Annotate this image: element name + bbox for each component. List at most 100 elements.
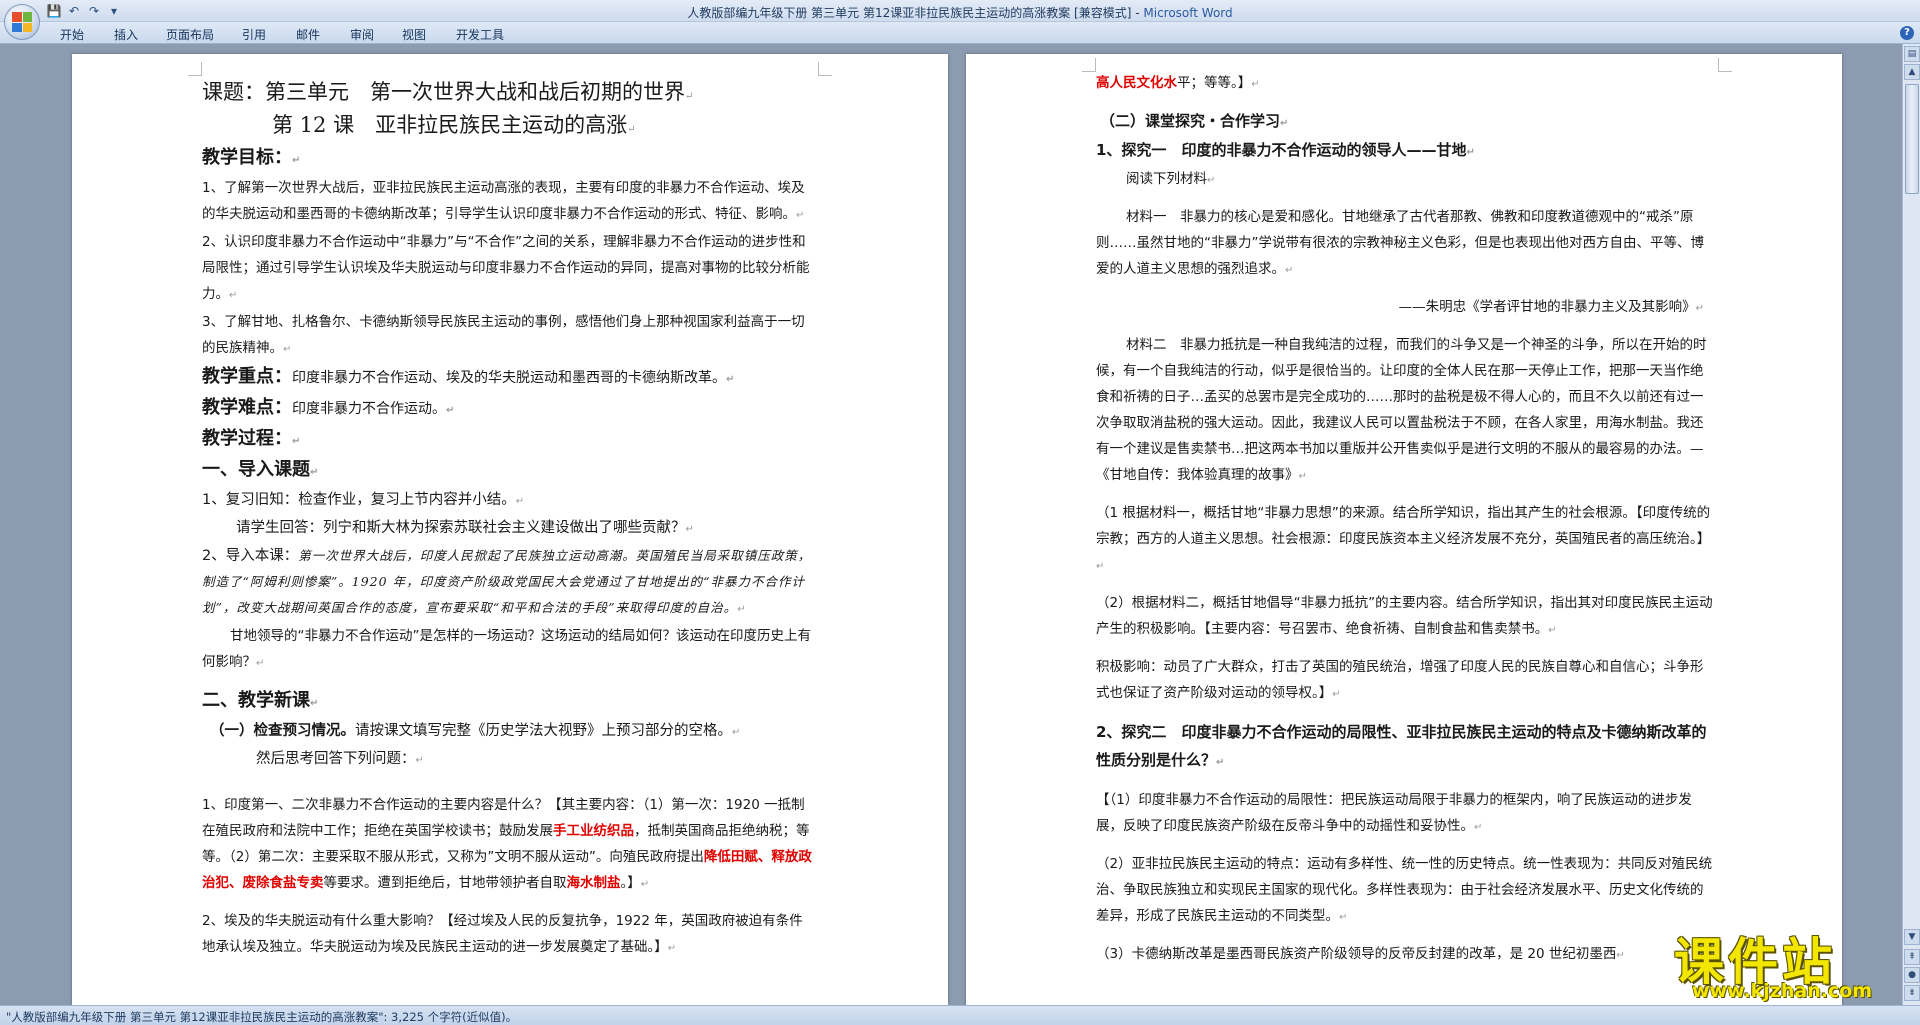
question-2: 2、埃及的华夫脱运动有什么重大影响？【经过埃及人民的反复抗争，1922 年，英国…	[202, 913, 803, 955]
page-1-content: 课题：第三单元 第一次世界大战和战后初期的世界↵ 第 12 课 亚非拉民族民主运…	[202, 78, 812, 962]
watermark-url: www.kjzhan.com	[1692, 980, 1873, 1002]
margin-mark	[1082, 58, 1096, 72]
q1-highlight-2: 降低田赋	[703, 849, 758, 865]
goal-2: 2、认识印度非暴力不合作运动中“非暴力”与“不合作”之间的关系，理解非暴力不合作…	[202, 234, 810, 302]
word-count-status[interactable]: "人教版部编九年级下册 第三单元 第12课亚非拉民族民主运动的高涨教案": 3,…	[6, 1009, 517, 1025]
tab-review[interactable]: 审阅	[350, 26, 374, 43]
title-bar: 💾 ↶ ↷ ▾ 人教版部编九年级下册 第三单元 第12课亚非拉民族民主运动的高涨…	[0, 0, 1920, 22]
goals-heading: 教学目标：↵	[202, 147, 301, 168]
tab-home[interactable]: 开始	[60, 26, 84, 43]
paragraph-mark: ↵	[1466, 147, 1475, 158]
paragraph-mark: ↵	[1332, 689, 1341, 700]
review-line-2: 请学生回答：列宁和斯大林为探索苏联社会主义建设做出了哪些贡献？↵	[236, 520, 694, 536]
intro-question: 甘地领导的“非暴力不合作运动”是怎样的一场运动？这场运动的结局如何？该运动在印度…	[202, 628, 811, 670]
paragraph-mark: ↵	[1280, 118, 1289, 129]
continued-line: 高人民文化水平；等等。】↵	[1096, 70, 1714, 98]
explore-2-heading: 2、探究二 印度非暴力不合作运动的局限性、亚非拉民族民主运动的特点及卡德纳斯改革…	[1096, 723, 1707, 769]
tab-mailings[interactable]: 邮件	[296, 26, 320, 43]
paragraph-mark: ↵	[667, 943, 677, 954]
window-title: 人教版部编九年级下册 第三单元 第12课亚非拉民族民主运动的高涨教案 [兼容模式…	[0, 4, 1920, 21]
margin-mark	[188, 62, 202, 76]
status-bar: "人教版部编九年级下册 第三单元 第12课亚非拉民族民主运动的高涨教案": 3,…	[0, 1005, 1920, 1025]
key-points-text: 印度非暴力不合作运动、埃及的华夫脱运动和墨西哥的卡德纳斯改革。	[292, 370, 726, 386]
paragraph-mark: ↵	[1251, 79, 1260, 90]
q1-highlight-4: 废除食盐专卖	[242, 875, 324, 891]
read-material: 阅读下列材料↵	[1126, 171, 1216, 187]
paragraph-mark: ↵	[292, 436, 301, 447]
help-icon[interactable]: ?	[1900, 26, 1914, 40]
margin-mark	[1718, 58, 1732, 72]
q1-separator-2: 、	[229, 875, 243, 891]
paragraph-mark: ↵	[446, 405, 455, 416]
paragraph-mark: ↵	[1285, 265, 1294, 276]
goal-3: 3、了解甘地、扎格鲁尔、卡德纳斯领导民族民主运动的事例，感悟他们身上那种视国家利…	[202, 314, 805, 356]
tab-insert[interactable]: 插入	[114, 26, 138, 43]
paragraph-mark: ↵	[732, 727, 741, 738]
q1-text-c: 等要求。遭到拒绝后，甘地带领护者自取	[323, 875, 567, 891]
paragraph-mark: ↵	[796, 210, 805, 221]
page-1[interactable]: 课题：第三单元 第一次世界大战和战后初期的世界↵ 第 12 课 亚非拉民族民主运…	[72, 54, 948, 1005]
paragraph-mark: ↵	[1695, 303, 1704, 314]
process-heading: 教学过程：↵	[202, 428, 301, 449]
continued-highlight: 高人民文化水	[1096, 75, 1177, 91]
office-button[interactable]	[4, 4, 40, 40]
vertical-scrollbar[interactable]: ▤ ▲ ▼ ⇞ ● ⇟	[1902, 44, 1920, 1005]
document-title: 人教版部编九年级下册 第三单元 第12课亚非拉民族民主运动的高涨教案 [兼容模式…	[687, 6, 1144, 20]
paragraph-mark: ↵	[1096, 561, 1105, 572]
explore-2-answer-3: （3）卡德纳斯改革是墨西哥民族资产阶级领导的反帝反封建的改革，是 20 世纪初墨…	[1096, 946, 1625, 962]
paragraph-mark: ↵	[283, 344, 292, 355]
paragraph-mark: ↵	[1298, 471, 1307, 482]
paragraph-mark: ↵	[256, 658, 265, 669]
paragraph-mark: ↵	[310, 698, 319, 709]
paragraph-mark: ↵	[1216, 757, 1225, 768]
page-2-content: 高人民文化水平；等等。】↵ （二）课堂探究・合作学习↵ 1、探究一 印度的非暴力…	[1096, 70, 1714, 969]
watermark-logo: 课件站 www.kjzhan.com	[1668, 922, 1918, 1004]
q1-highlight-1: 手工业纺织品	[553, 823, 634, 839]
paragraph-mark: ↵	[1548, 625, 1557, 636]
paragraph-mark: ↵	[292, 155, 301, 166]
paragraph-mark: ↵	[229, 290, 238, 301]
difficult-points-text: 印度非暴力不合作运动。	[292, 401, 446, 417]
scroll-up-icon[interactable]: ▲	[1904, 64, 1920, 80]
page-2[interactable]: 高人民文化水平；等等。】↵ （二）课堂探究・合作学习↵ 1、探究一 印度的非暴力…	[966, 54, 1842, 1005]
paragraph-mark: ↵	[737, 604, 746, 615]
section-2-heading: 二、教学新课↵	[202, 690, 319, 711]
explore-2-answer-2: （2）亚非拉民族民主运动的特点：运动有多样性、统一性的历史特点。统一性表现为：共…	[1096, 856, 1713, 924]
paragraph-mark: ↵	[726, 374, 735, 385]
tab-references[interactable]: 引用	[242, 26, 266, 43]
preview-text: 请按课文填写完整《历史学法大视野》上预习部分的空格。	[355, 723, 732, 739]
tab-view[interactable]: 视图	[402, 26, 426, 43]
lesson-subtitle: 第 12 课 亚非拉民族民主运动的高涨↵	[272, 113, 636, 137]
preview-then: 然后思考回答下列问题：↵	[256, 751, 424, 767]
document-area[interactable]: 课题：第三单元 第一次世界大战和战后初期的世界↵ 第 12 课 亚非拉民族民主运…	[0, 44, 1902, 1005]
scroll-thumb[interactable]	[1905, 84, 1919, 194]
q1-separator-1: 、	[757, 849, 772, 865]
paragraph-mark: ↵	[640, 879, 650, 890]
key-points: 教学重点：印度非暴力不合作运动、埃及的华夫脱运动和墨西哥的卡德纳斯改革。↵	[202, 363, 812, 394]
continued-text: 平；等等。】	[1177, 75, 1252, 91]
key-points-label: 教学重点：	[202, 366, 292, 387]
question-1: 1、印度第一、二次非暴力不合作运动的主要内容是什么？【其主要内容：（1）第一次：…	[202, 792, 812, 898]
explore-2-answer-1: 【（1）印度非暴力不合作运动的局限性：把民族运动局限于非暴力的框架内，响了民族运…	[1096, 792, 1692, 834]
preview-bold: （一）检查预习情况。	[210, 723, 355, 739]
answer-2-impact: 积极影响：动员了广大群众，打击了英国的殖民统治，增强了印度人民的民族自尊心和自信…	[1096, 659, 1704, 701]
ruler-toggle-icon[interactable]: ▤	[1904, 46, 1920, 62]
tab-developer[interactable]: 开发工具	[456, 26, 504, 43]
tab-page-layout[interactable]: 页面布局	[166, 26, 214, 43]
paragraph-mark: ↵	[310, 467, 319, 478]
paragraph-mark: ↵	[685, 91, 694, 102]
paragraph-mark: ↵	[515, 496, 525, 507]
app-name: Microsoft Word	[1143, 6, 1233, 20]
office-logo-icon	[12, 12, 32, 32]
